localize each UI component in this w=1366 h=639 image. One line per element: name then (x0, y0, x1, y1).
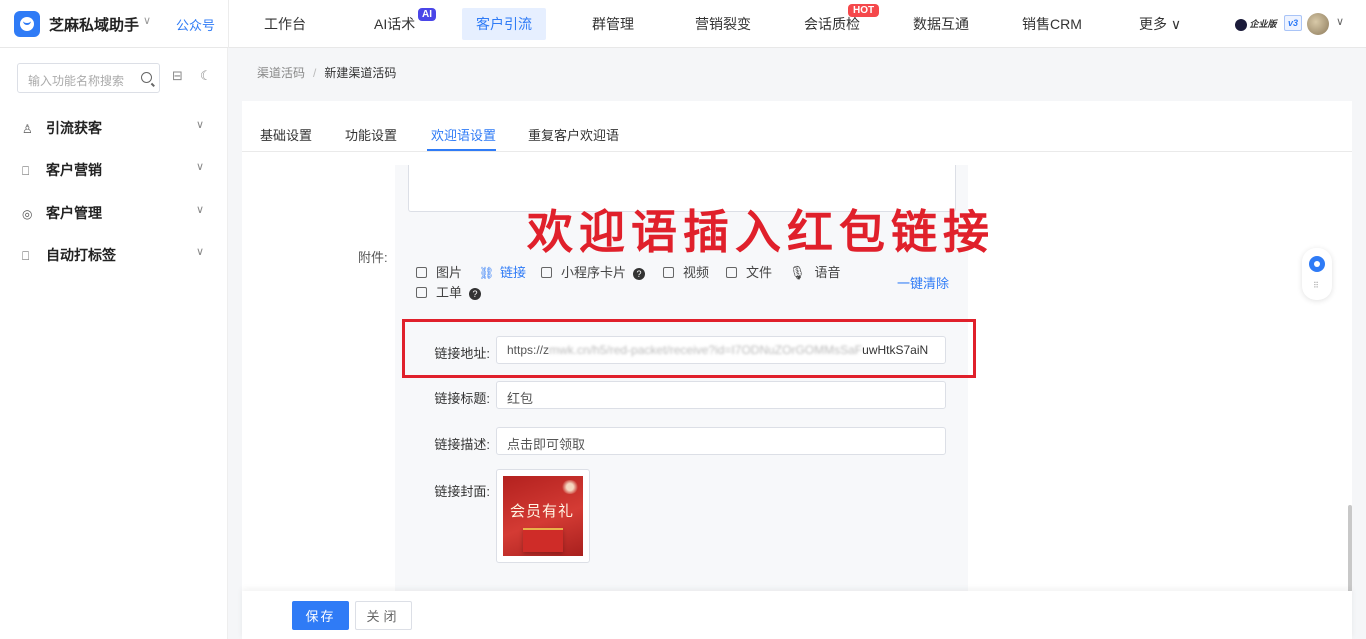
tab-repeat-customer-welcome[interactable]: 重复客户欢迎语 (528, 125, 619, 144)
nav-item-marketing-fission[interactable]: 营销裂变 (695, 0, 751, 48)
chevron-down-icon[interactable]: ∨ (1336, 15, 1344, 28)
attach-file-option[interactable]: 文件 (726, 262, 772, 281)
save-button[interactable]: 保存 (292, 601, 349, 630)
enterprise-badge: 企业版 (1235, 17, 1277, 31)
cover-text: 会员有礼 (510, 502, 575, 520)
link-cover-upload[interactable]: 会员有礼 (496, 469, 590, 563)
breadcrumb-current: 新建渠道活码 (324, 66, 397, 80)
workorder-icon (416, 287, 427, 298)
nav-item-more[interactable]: 更多 ∨ (1139, 0, 1181, 48)
link-cover-label: 链接封面: (434, 484, 490, 499)
overlay-annotation-title: 欢迎语插入红包链接 (527, 205, 995, 259)
nav-item-workbench[interactable]: 工作台 (264, 0, 306, 48)
chevron-down-icon: ∨ (195, 161, 204, 173)
gzh-link[interactable]: 公众号 (176, 15, 215, 34)
sidebar-item-auto-tag[interactable]: ⎕ 自动打标签 ∨ (22, 245, 212, 265)
assistant-icon[interactable] (1309, 256, 1325, 272)
main-card: 基础设置 功能设置 欢迎语设置 重复客户欢迎语 附件: 图片 ⛓ 链接 小程序卡片… (242, 101, 1352, 639)
link-url-label: 链接地址: (434, 346, 490, 361)
flower-decoration (561, 480, 579, 494)
clear-all-link[interactable]: 一键清除 (897, 273, 949, 292)
attach-video-option[interactable]: 视频 (663, 262, 709, 281)
nav-item-sales-crm[interactable]: 销售CRM (1022, 0, 1082, 48)
help-icon[interactable]: ? (633, 268, 646, 280)
nav-divider (228, 0, 229, 48)
attach-link-option[interactable]: ⛓ 链接 (479, 262, 526, 281)
layout-toggle-icon[interactable]: ⊟ (172, 69, 186, 83)
bookmark-icon: ⎕ (22, 164, 30, 178)
file-icon (726, 267, 737, 278)
attach-voice-option[interactable]: 🎙 语音 (789, 262, 841, 281)
nav-item-ai-script[interactable]: AI话术 (374, 0, 415, 48)
tab-bar: 基础设置 功能设置 欢迎语设置 重复客户欢迎语 (242, 101, 1352, 152)
attach-workorder-option[interactable]: 工单? (416, 282, 482, 301)
tab-basic-settings[interactable]: 基础设置 (260, 125, 312, 144)
search-input[interactable]: 输入功能名称搜索 (17, 63, 160, 93)
hot-badge: HOT (848, 4, 880, 17)
tab-function-settings[interactable]: 功能设置 (345, 125, 397, 144)
ai-badge: AI (418, 8, 436, 21)
version-badge: v3 (1284, 15, 1302, 31)
chevron-down-icon: ∨ (195, 119, 204, 131)
close-button[interactable]: 关闭 (355, 601, 412, 630)
floating-assistant-widget[interactable]: ⠿ (1302, 248, 1332, 300)
link-url-input[interactable]: https://zmwk.cn/h5/red-packet/receive?id… (496, 336, 946, 364)
tab-welcome-settings[interactable]: 欢迎语设置 (431, 125, 496, 144)
drag-handle-icon[interactable]: ⠿ (1313, 281, 1319, 290)
enterprise-logo-icon (1235, 18, 1247, 31)
video-icon (663, 267, 674, 278)
footer-action-bar: 保存 关闭 (242, 591, 1352, 639)
tag-icon: ⎕ (22, 249, 30, 263)
link-title-label: 链接标题: (434, 391, 490, 406)
nav-item-group-manage[interactable]: 群管理 (592, 0, 634, 48)
chevron-down-icon[interactable]: ∨ (143, 14, 151, 27)
active-tab-indicator (427, 149, 496, 151)
chevron-down-icon: ∨ (195, 204, 204, 216)
help-icon[interactable]: ? (469, 288, 482, 300)
search-icon[interactable] (141, 72, 152, 83)
user-plus-icon: ♙ (22, 122, 33, 136)
microphone-icon: 🎙 (789, 265, 806, 280)
nav-item-customer-lead[interactable]: 客户引流 (462, 8, 546, 40)
moon-icon[interactable]: ☾ (200, 69, 214, 83)
breadcrumb-parent[interactable]: 渠道活码 (257, 66, 305, 80)
brand-name[interactable]: 芝麻私域助手 (49, 14, 139, 35)
top-nav-bar: 芝麻私域助手 ∨ 公众号 工作台 AI话术 AI 客户引流 群管理 营销裂变 会… (0, 0, 1366, 48)
sidebar-item-customer-manage[interactable]: ◎ 客户管理 ∨ (22, 203, 212, 223)
sidebar-item-lead-acquire[interactable]: ♙ 引流获客 ∨ (22, 118, 212, 138)
link-icon: ⛓ (479, 266, 495, 280)
image-icon (416, 267, 427, 278)
avatar[interactable] (1307, 13, 1329, 35)
miniprogram-card-icon (541, 267, 552, 278)
sidebar: 输入功能名称搜索 ⊟ ☾ ♙ 引流获客 ∨ ⎕ 客户营销 ∨ ◎ 客户管理 ∨ ⎕ 自动… (0, 48, 228, 639)
customer-icon: ◎ (22, 207, 33, 221)
cover-image: 会员有礼 (503, 476, 583, 556)
red-envelope-icon (523, 528, 563, 552)
sidebar-item-customer-marketing[interactable]: ⎕ 客户营销 ∨ (22, 160, 212, 180)
attach-image-option[interactable]: 图片 (416, 262, 462, 281)
nav-item-data-sync[interactable]: 数据互通 (913, 0, 969, 48)
breadcrumb: 渠道活码 / 新建渠道活码 (257, 66, 397, 80)
app-logo-icon[interactable] (14, 11, 40, 37)
scrollbar[interactable] (1348, 505, 1352, 595)
link-desc-input[interactable]: 点击即可领取 (496, 427, 946, 455)
link-desc-label: 链接描述: (434, 437, 490, 452)
link-title-input[interactable]: 红包 (496, 381, 946, 409)
chevron-down-icon: ∨ (195, 246, 204, 258)
attachment-label: 附件: (358, 250, 388, 265)
attach-miniprogram-option[interactable]: 小程序卡片? (541, 262, 646, 281)
